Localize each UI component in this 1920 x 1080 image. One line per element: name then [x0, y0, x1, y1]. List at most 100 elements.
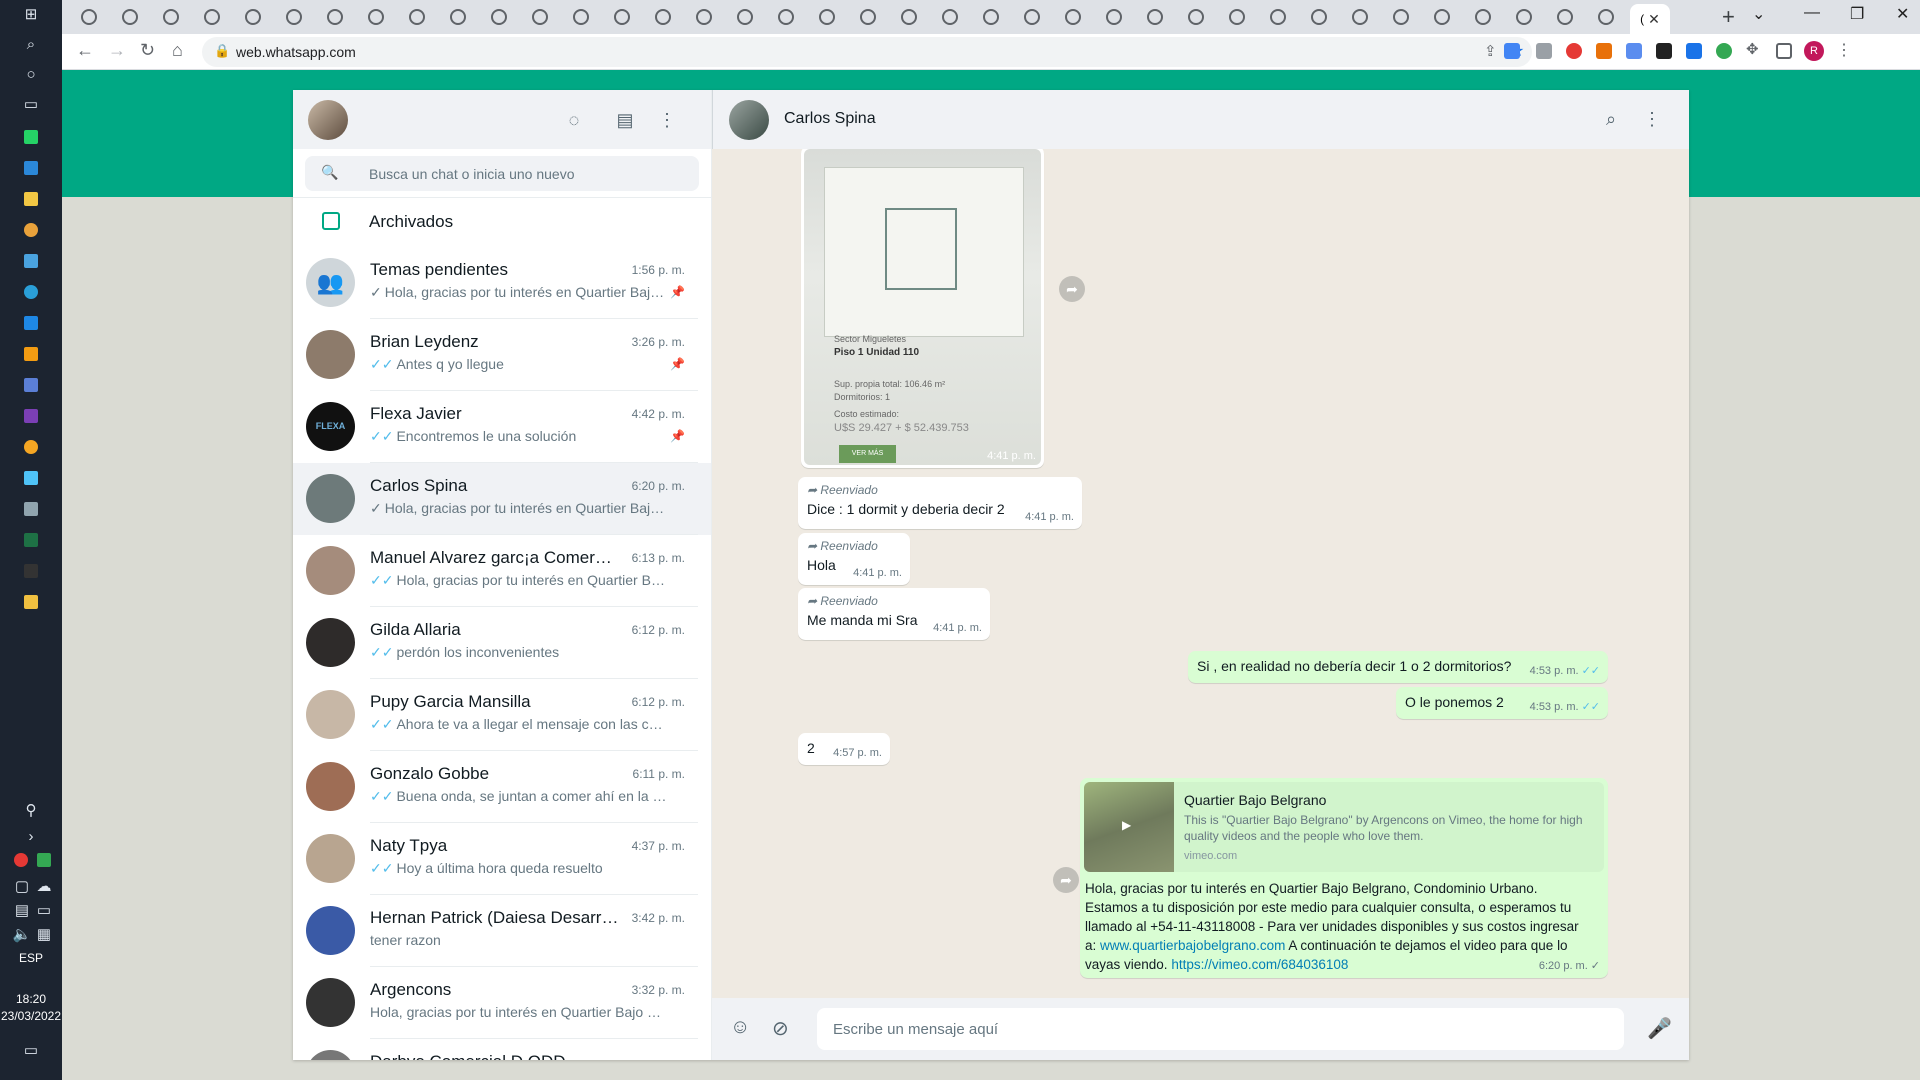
status-icon[interactable]: ◌: [562, 108, 586, 132]
floorplan-photo[interactable]: Sector Migueletes Piso 1 Unidad 110 Sup.…: [804, 149, 1041, 465]
browser-tab[interactable]: [318, 6, 352, 28]
group-avatar[interactable]: 👥: [306, 258, 355, 307]
forward-message-icon[interactable]: ➦: [1059, 276, 1085, 302]
chat-avatar[interactable]: [306, 474, 355, 523]
chrome-app-icon[interactable]: [24, 223, 38, 237]
windows-start-icon[interactable]: ⊞: [19, 4, 43, 24]
opera-extension-icon[interactable]: [1566, 43, 1582, 59]
app-icon-folder[interactable]: [24, 595, 38, 609]
chat-avatar[interactable]: FLEXA: [306, 402, 355, 451]
chat-avatar[interactable]: [306, 330, 355, 379]
task-view-icon[interactable]: ▭: [19, 94, 43, 114]
browser-tab[interactable]: [154, 6, 188, 28]
onenote-app-icon[interactable]: [24, 409, 38, 423]
people-icon[interactable]: ⚲: [19, 800, 43, 820]
tray-icon[interactable]: ▢: [10, 876, 34, 896]
my-profile-avatar[interactable]: [308, 100, 348, 140]
browser-tab[interactable]: [769, 6, 803, 28]
browser-tab[interactable]: [1220, 6, 1254, 28]
incoming-message[interactable]: ➦ Reenviado Me manda mi Sra 4:41 p. m.: [798, 588, 990, 640]
browser-tab[interactable]: [523, 6, 557, 28]
outgoing-link-message[interactable]: ▶ Quartier Bajo Belgrano This is "Quarti…: [1080, 778, 1608, 978]
app-icon-yellow[interactable]: [24, 440, 38, 454]
excel-app-icon[interactable]: [24, 533, 38, 547]
browser-tab[interactable]: [1507, 6, 1541, 28]
chat-avatar[interactable]: [306, 546, 355, 595]
tray-app-icon-red[interactable]: [14, 853, 28, 867]
browser-tab[interactable]: [1056, 6, 1090, 28]
screenshot-extension-icon[interactable]: [1536, 43, 1552, 59]
onedrive-icon[interactable]: ☁: [32, 876, 56, 896]
todo-app-icon[interactable]: [24, 161, 38, 175]
browser-tab[interactable]: [1179, 6, 1213, 28]
microphone-icon[interactable]: 🎤: [1647, 1016, 1672, 1041]
browser-tab[interactable]: [113, 6, 147, 28]
extensions-puzzle-icon[interactable]: ✥: [1746, 40, 1762, 58]
chat-avatar[interactable]: [306, 906, 355, 955]
archived-chats-row[interactable]: Archivados: [293, 198, 711, 247]
extension-icon-blue[interactable]: [1626, 43, 1642, 59]
file-explorer-icon[interactable]: [24, 192, 38, 206]
browser-tab[interactable]: [482, 6, 516, 28]
whatsapp-app-icon[interactable]: [24, 130, 38, 144]
active-browser-tab[interactable]: (✕: [1630, 4, 1670, 34]
cortana-icon[interactable]: ○: [19, 64, 43, 84]
clock-time[interactable]: 18:20: [0, 992, 62, 1006]
side-panel-icon[interactable]: [1776, 43, 1792, 59]
extension-icon-u[interactable]: [1686, 43, 1702, 59]
video-thumbnail[interactable]: ▶: [1084, 782, 1174, 872]
chat-list-item[interactable]: Gilda Allaria 6:12 p. m. ✓✓ perdón los inco…: [293, 607, 711, 679]
emoji-icon[interactable]: ☺: [730, 1016, 750, 1039]
chat-list-item[interactable]: Manuel Alvarez garc¡a Comercia... 6:13 p.…: [293, 535, 711, 607]
browser-tab[interactable]: [646, 6, 680, 28]
chat-avatar[interactable]: [306, 762, 355, 811]
outgoing-message[interactable]: O le ponemos 2 4:53 p. m. ✓✓: [1396, 687, 1608, 719]
mail-app-icon[interactable]: [24, 316, 38, 330]
telegram-app-icon[interactable]: [24, 285, 38, 299]
conversation-header[interactable]: Carlos Spina ⌕ ⋮: [712, 90, 1689, 149]
search-icon[interactable]: ⌕: [19, 34, 43, 54]
chrome-menu-icon[interactable]: ⋮: [1836, 40, 1852, 59]
browser-tab[interactable]: [1015, 6, 1049, 28]
megaphone-extension-icon[interactable]: [1596, 43, 1612, 59]
vimeo-link[interactable]: https://vimeo.com/684036108: [1171, 957, 1348, 972]
grammarly-extension-icon[interactable]: [1716, 43, 1732, 59]
browser-tab[interactable]: [1138, 6, 1172, 28]
chat-list-item[interactable]: Hernan Patrick (Daiesa Desarroll... 3:42 …: [293, 895, 711, 967]
link-preview-card[interactable]: ▶ Quartier Bajo Belgrano This is "Quarti…: [1084, 782, 1604, 872]
browser-tab[interactable]: [359, 6, 393, 28]
home-icon[interactable]: ⌂: [172, 40, 183, 61]
address-bar[interactable]: 🔒 web.whatsapp.com ⇪ ★: [202, 37, 1532, 67]
browser-tab[interactable]: [1384, 6, 1418, 28]
browser-tab[interactable]: [1548, 6, 1582, 28]
extension-icon-dark[interactable]: [1656, 43, 1672, 59]
tray-app-icon[interactable]: ▦: [32, 924, 56, 944]
browser-tab[interactable]: [728, 6, 762, 28]
share-icon[interactable]: ⇪: [1484, 42, 1497, 60]
browser-tab[interactable]: [1261, 6, 1295, 28]
display-icon[interactable]: ▭: [32, 900, 56, 920]
browser-tab[interactable]: [687, 6, 721, 28]
search-box[interactable]: 🔍: [305, 156, 699, 191]
terminal-app-icon[interactable]: [24, 564, 38, 578]
search-messages-icon[interactable]: ⌕: [1599, 107, 1623, 131]
browser-tab[interactable]: [1466, 6, 1500, 28]
browser-tab[interactable]: [933, 6, 967, 28]
search-input[interactable]: [369, 156, 689, 191]
browser-tab[interactable]: [1425, 6, 1459, 28]
app-icon-orange[interactable]: [24, 347, 38, 361]
browser-tab[interactable]: [1589, 6, 1623, 28]
chat-avatar[interactable]: [306, 978, 355, 1027]
browser-tab[interactable]: [441, 6, 475, 28]
chat-list-item[interactable]: Darbyo Comercial D.ODD: [293, 1039, 711, 1060]
calculator-app-icon[interactable]: [24, 502, 38, 516]
back-icon[interactable]: ←: [76, 40, 94, 61]
outgoing-message[interactable]: Si , en realidad no debería decir 1 o 2 …: [1188, 651, 1608, 683]
app-icon-lightblue[interactable]: [24, 471, 38, 485]
url-text[interactable]: web.whatsapp.com: [236, 44, 356, 60]
browser-tab[interactable]: [851, 6, 885, 28]
google-drive-icon[interactable]: [37, 853, 51, 867]
browser-tab[interactable]: [605, 6, 639, 28]
chat-list-item[interactable]: Carlos Spina 6:20 p. m. ✓ Hola, gracias por…: [293, 463, 711, 535]
clock-date[interactable]: 23/03/2022: [0, 1009, 62, 1023]
